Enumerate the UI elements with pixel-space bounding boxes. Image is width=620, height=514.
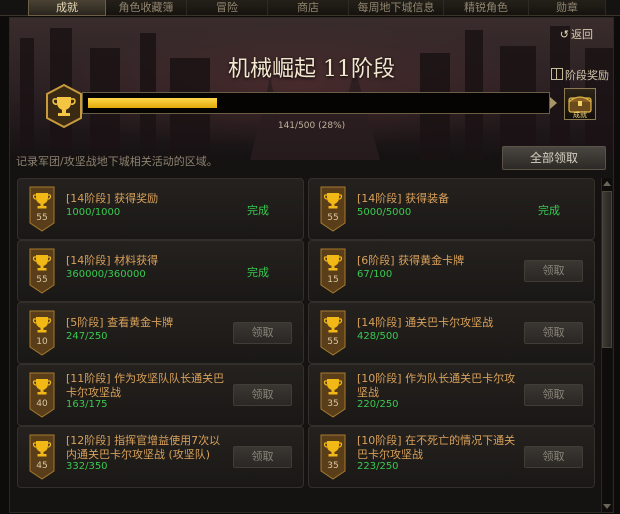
achievement-count: 247/250 <box>66 331 108 342</box>
return-arrow-icon: ↺ <box>559 28 569 41</box>
claim-button[interactable]: 领取 <box>233 384 292 406</box>
achievement-card: 15 [6阶段] 获得黄金卡牌 67/100 领取 <box>308 240 595 302</box>
achievement-count: 360000/360000 <box>66 269 146 280</box>
achievement-level: 55 <box>36 275 48 285</box>
achievement-card: 35 [10阶段] 在不死亡的情况下通关巴卡尔攻坚战 223/250 领取 <box>308 426 595 488</box>
trophy-badge-icon <box>320 372 346 418</box>
achievement-count: 5000/5000 <box>357 207 412 218</box>
progress-text: 141/500 (28%) <box>277 121 346 131</box>
tab-achievements[interactable]: 成就 <box>28 0 106 16</box>
trophy-badge-icon <box>29 248 55 294</box>
achievement-count: 67/100 <box>357 269 393 280</box>
achievement-title: [12阶段] 指挥官增益使用7次以内通关巴卡尔攻坚战 (攻坚队) <box>66 434 221 461</box>
tab-collection[interactable]: 角色收藏簿 <box>106 0 187 15</box>
achievement-count: 428/500 <box>357 331 399 342</box>
tab-shop[interactable]: 商店 <box>268 0 349 15</box>
achievement-count: 220/250 <box>357 399 399 410</box>
stage-progress-bar <box>82 92 550 114</box>
achievement-title: [14阶段] 材料获得 <box>66 254 159 267</box>
achievement-title: [10阶段] 在不死亡的情况下通关巴卡尔攻坚战 <box>357 434 516 461</box>
achievement-level: 15 <box>327 275 339 285</box>
achievement-card: 40 [11阶段] 作为攻坚队队长通关巴卡尔攻坚战 163/175 领取 <box>17 364 304 426</box>
claim-button[interactable]: 领取 <box>524 384 583 406</box>
achievement-level: 55 <box>327 337 339 347</box>
achievement-card: 55 [14阶段] 获得装备 5000/5000 完成 <box>308 178 595 240</box>
achievement-count: 1000/1000 <box>66 207 121 218</box>
tab-elite-character[interactable]: 精锐角色 <box>444 0 529 15</box>
trophy-badge-icon <box>29 310 55 356</box>
claim-button[interactable]: 领取 <box>524 322 583 344</box>
trophy-badge-icon <box>320 434 346 480</box>
claim-all-button[interactable]: 全部领取 <box>502 146 606 170</box>
achievement-card: 10 [5阶段] 查看黄金卡牌 247/250 领取 <box>17 302 304 364</box>
achievement-title: [14阶段] 获得奖励 <box>66 192 159 205</box>
stage-progress-fill <box>88 98 217 108</box>
achievement-level: 45 <box>36 461 48 471</box>
tab-weekly-dungeon[interactable]: 每周地下城信息 <box>349 0 444 15</box>
top-tab-bar: 成就 角色收藏簿 冒险 商店 每周地下城信息 精锐角色 勋章 <box>0 0 620 16</box>
achievement-chest-button[interactable]: 成就 <box>564 88 596 120</box>
trophy-badge-icon <box>320 310 346 356</box>
achievement-title: [11阶段] 作为攻坚队队长通关巴卡尔攻坚战 <box>66 372 225 399</box>
trophy-badge-icon <box>320 248 346 294</box>
castle-background-image <box>20 26 613 160</box>
achievement-list: 55 [14阶段] 获得奖励 1000/1000 完成 55 [14阶段] 获得装备 50… <box>10 176 613 512</box>
chest-label: 成就 <box>573 110 587 119</box>
achievement-card: 55 [14阶段] 获得奖励 1000/1000 完成 <box>17 178 304 240</box>
chest-icon: 成就 <box>568 96 592 119</box>
tab-medal[interactable]: 勋章 <box>529 0 606 15</box>
trophy-badge-icon <box>320 186 346 232</box>
stage-banner: ↺ 返回 机械崛起 11阶段 阶段奖励 成就 141/500 (28%) <box>10 18 613 160</box>
scroll-down-arrow-icon[interactable] <box>603 504 611 509</box>
back-button[interactable]: ↺ 返回 <box>560 26 593 42</box>
achievement-level: 10 <box>36 337 48 347</box>
achievement-title: [14阶段] 获得装备 <box>357 192 450 205</box>
achievement-count: 223/250 <box>357 461 399 472</box>
page-title: 机械崛起 11阶段 <box>228 57 395 82</box>
achievement-title: [14阶段] 通关巴卡尔攻坚战 <box>357 316 494 329</box>
gift-icon <box>551 68 563 80</box>
achievement-count: 163/175 <box>66 399 108 410</box>
claim-button[interactable]: 领取 <box>524 260 583 282</box>
achievement-level: 55 <box>327 213 339 223</box>
trophy-badge-icon <box>29 434 55 480</box>
achievement-card: 55 [14阶段] 材料获得 360000/360000 完成 <box>17 240 304 302</box>
achievement-level: 55 <box>36 213 48 223</box>
scrollbar-thumb[interactable] <box>602 191 612 348</box>
back-label: 返回 <box>571 28 593 41</box>
claim-button[interactable]: 领取 <box>233 446 292 468</box>
achievement-title: [6阶段] 获得黄金卡牌 <box>357 254 465 267</box>
achievement-complete-status: 完成 <box>247 204 269 217</box>
achievement-panel: ↺ 返回 机械崛起 11阶段 阶段奖励 成就 141/500 (28%) 记录军… <box>9 17 614 513</box>
achievement-complete-status: 完成 <box>538 204 560 217</box>
stage-reward-button[interactable]: 阶段奖励 <box>551 67 609 83</box>
tab-adventure[interactable]: 冒险 <box>187 0 268 15</box>
claim-button[interactable]: 领取 <box>233 322 292 344</box>
achievement-card: 45 [12阶段] 指挥官增益使用7次以内通关巴卡尔攻坚战 (攻坚队) 332/35… <box>17 426 304 488</box>
achievement-level: 35 <box>327 399 339 409</box>
achievement-count: 332/350 <box>66 461 108 472</box>
scroll-up-arrow-icon[interactable] <box>603 181 611 186</box>
achievement-card: 55 [14阶段] 通关巴卡尔攻坚战 428/500 领取 <box>308 302 595 364</box>
achievement-card: 35 [10阶段] 作为队长通关巴卡尔攻坚战 220/250 领取 <box>308 364 595 426</box>
achievement-level: 35 <box>327 461 339 471</box>
achievement-title: [10阶段] 作为队长通关巴卡尔攻坚战 <box>357 372 516 399</box>
achievement-title: [5阶段] 查看黄金卡牌 <box>66 316 174 329</box>
progress-arrow-icon <box>550 97 557 109</box>
achievement-level: 40 <box>36 399 48 409</box>
stage-reward-label: 阶段奖励 <box>565 69 609 82</box>
trophy-badge-icon <box>29 372 55 418</box>
section-description: 记录军团/攻坚战地下城相关活动的区域。 <box>16 155 218 168</box>
trophy-badge-icon <box>29 186 55 232</box>
claim-button[interactable]: 领取 <box>524 446 583 468</box>
achievement-complete-status: 完成 <box>247 266 269 279</box>
